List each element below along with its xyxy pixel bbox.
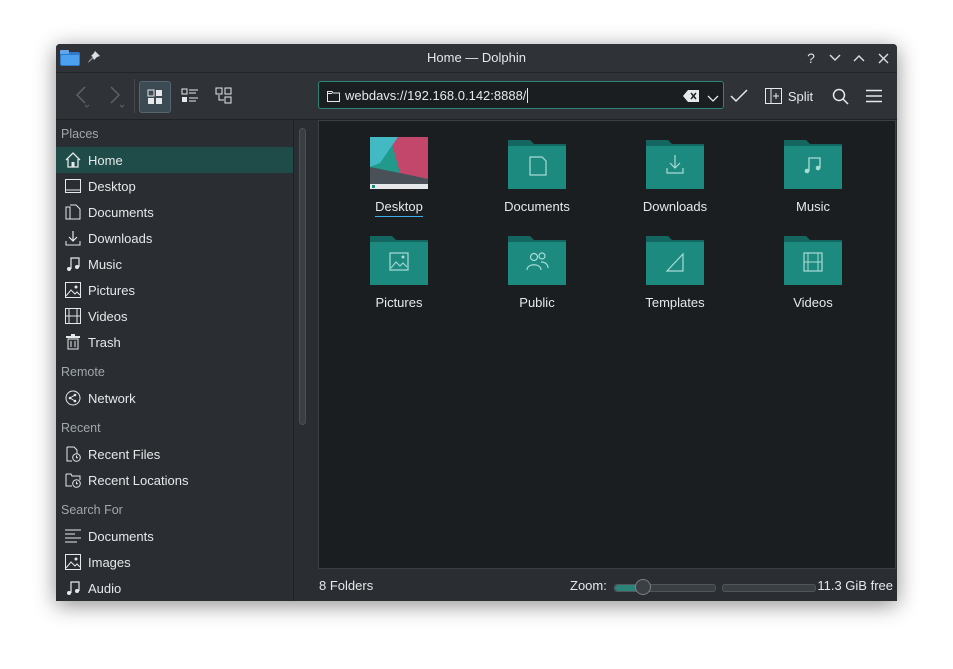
folder-label: Videos bbox=[793, 295, 833, 310]
sidebar-item-recent-locations[interactable]: Recent Locations bbox=[56, 467, 293, 493]
icons-view-button[interactable] bbox=[139, 81, 171, 113]
desktop-thumbnail-icon bbox=[370, 137, 428, 189]
search-button[interactable] bbox=[828, 81, 852, 111]
folder-pictures-icon bbox=[370, 236, 428, 285]
recent-section-title: Recent bbox=[61, 421, 101, 435]
file-view[interactable]: Desktop Documents Downloads Music Pictur… bbox=[318, 120, 896, 569]
search-icon bbox=[832, 88, 849, 105]
folder-count: 8 Folders bbox=[319, 578, 374, 593]
trash-icon bbox=[64, 333, 82, 351]
main-toolbar: webdavs://192.168.0.142:8888/ Split bbox=[56, 73, 897, 120]
folder-item-music[interactable]: Music bbox=[753, 123, 873, 214]
folder-downloads-icon bbox=[646, 140, 704, 189]
status-bar: 8 Folders Zoom: 11.3 GiB free bbox=[318, 572, 896, 598]
zoom-slider[interactable] bbox=[614, 579, 716, 595]
home-icon bbox=[64, 151, 82, 169]
split-view-icon bbox=[764, 88, 782, 104]
details-view-button[interactable] bbox=[209, 81, 239, 111]
downloads-icon bbox=[64, 229, 82, 247]
back-button[interactable] bbox=[70, 81, 96, 111]
folder-public-icon bbox=[508, 236, 566, 285]
zoom-label: Zoom: bbox=[570, 578, 607, 593]
places-section-title: Places bbox=[61, 127, 99, 141]
folder-icon bbox=[327, 89, 340, 107]
search-section-title: Search For bbox=[61, 503, 123, 517]
pictures-icon bbox=[64, 281, 82, 299]
folder-videos-icon bbox=[784, 236, 842, 285]
folder-music-icon bbox=[784, 140, 842, 189]
text-documents-icon bbox=[64, 527, 82, 545]
clear-location-icon[interactable] bbox=[683, 89, 699, 107]
sidebar-scrollbar[interactable] bbox=[299, 128, 306, 425]
zoom-slider-handle[interactable] bbox=[635, 579, 651, 595]
folder-documents-icon bbox=[508, 140, 566, 189]
folder-item-templates[interactable]: Templates bbox=[615, 219, 735, 310]
window-title: Home — Dolphin bbox=[427, 50, 526, 65]
music-icon bbox=[64, 255, 82, 273]
sidebar-item-network[interactable]: Network bbox=[56, 385, 293, 411]
folder-label: Pictures bbox=[375, 295, 423, 310]
minimize-icon[interactable] bbox=[826, 49, 844, 67]
sidebar-item-pictures[interactable]: Pictures bbox=[56, 277, 293, 303]
location-input[interactable]: webdavs://192.168.0.142:8888/ bbox=[345, 88, 529, 103]
sidebar-item-music[interactable]: Music bbox=[56, 251, 293, 277]
help-icon[interactable]: ? bbox=[802, 49, 820, 67]
places-panel: Places Home Desktop Documents Downloads … bbox=[56, 120, 294, 601]
forward-button[interactable] bbox=[102, 81, 128, 111]
location-bar[interactable]: webdavs://192.168.0.142:8888/ bbox=[318, 81, 724, 109]
sidebar-item-desktop[interactable]: Desktop bbox=[56, 173, 293, 199]
folder-label: Music bbox=[796, 199, 830, 214]
compact-view-button[interactable] bbox=[175, 81, 205, 111]
sidebar-item-search-documents[interactable]: Documents bbox=[56, 523, 293, 549]
recent-files-icon bbox=[64, 445, 82, 463]
free-space-bar bbox=[722, 584, 816, 592]
folder-label: Downloads bbox=[642, 199, 708, 214]
desktop-icon bbox=[64, 177, 82, 195]
maximize-icon[interactable] bbox=[850, 49, 868, 67]
hamburger-menu-button[interactable] bbox=[862, 81, 886, 111]
images-icon bbox=[64, 553, 82, 571]
split-button[interactable]: Split bbox=[761, 81, 817, 111]
folder-item-videos[interactable]: Videos bbox=[753, 219, 873, 310]
folder-templates-icon bbox=[646, 236, 704, 285]
sidebar-item-downloads[interactable]: Downloads bbox=[56, 225, 293, 251]
videos-icon bbox=[64, 307, 82, 325]
network-icon bbox=[64, 389, 82, 407]
folder-item-pictures[interactable]: Pictures bbox=[339, 219, 459, 310]
sidebar-item-search-images[interactable]: Images bbox=[56, 549, 293, 575]
sidebar-item-search-audio[interactable]: Audio bbox=[56, 575, 293, 601]
dolphin-window: Home — Dolphin ? webdavs://192.168.0.142… bbox=[56, 44, 897, 601]
folder-label: Public bbox=[519, 295, 555, 310]
sidebar-item-home[interactable]: Home bbox=[56, 147, 293, 173]
folder-label: Documents bbox=[504, 199, 570, 214]
close-icon[interactable] bbox=[874, 49, 892, 67]
folder-item-documents[interactable]: Documents bbox=[477, 123, 597, 214]
folder-item-desktop[interactable]: Desktop bbox=[339, 123, 459, 217]
chevron-down-icon[interactable] bbox=[707, 90, 719, 108]
title-bar[interactable]: Home — Dolphin ? bbox=[56, 44, 897, 73]
menu-icon bbox=[866, 89, 882, 103]
folder-item-public[interactable]: Public bbox=[477, 219, 597, 310]
sidebar-item-trash[interactable]: Trash bbox=[56, 329, 293, 355]
folder-label: Templates bbox=[645, 295, 705, 310]
toolbar-separator bbox=[134, 79, 135, 113]
recent-locations-icon bbox=[64, 471, 82, 489]
confirm-location-button[interactable] bbox=[726, 81, 752, 111]
split-label: Split bbox=[787, 88, 814, 104]
folder-item-downloads[interactable]: Downloads bbox=[615, 123, 735, 214]
remote-section-title: Remote bbox=[61, 365, 105, 379]
audio-icon bbox=[64, 579, 82, 597]
sidebar-item-documents[interactable]: Documents bbox=[56, 199, 293, 225]
sidebar-item-videos[interactable]: Videos bbox=[56, 303, 293, 329]
sidebar-item-recent-files[interactable]: Recent Files bbox=[56, 441, 293, 467]
free-space-text: 11.3 GiB free bbox=[817, 578, 893, 593]
folder-label: Desktop bbox=[339, 199, 459, 217]
documents-icon bbox=[64, 203, 82, 221]
